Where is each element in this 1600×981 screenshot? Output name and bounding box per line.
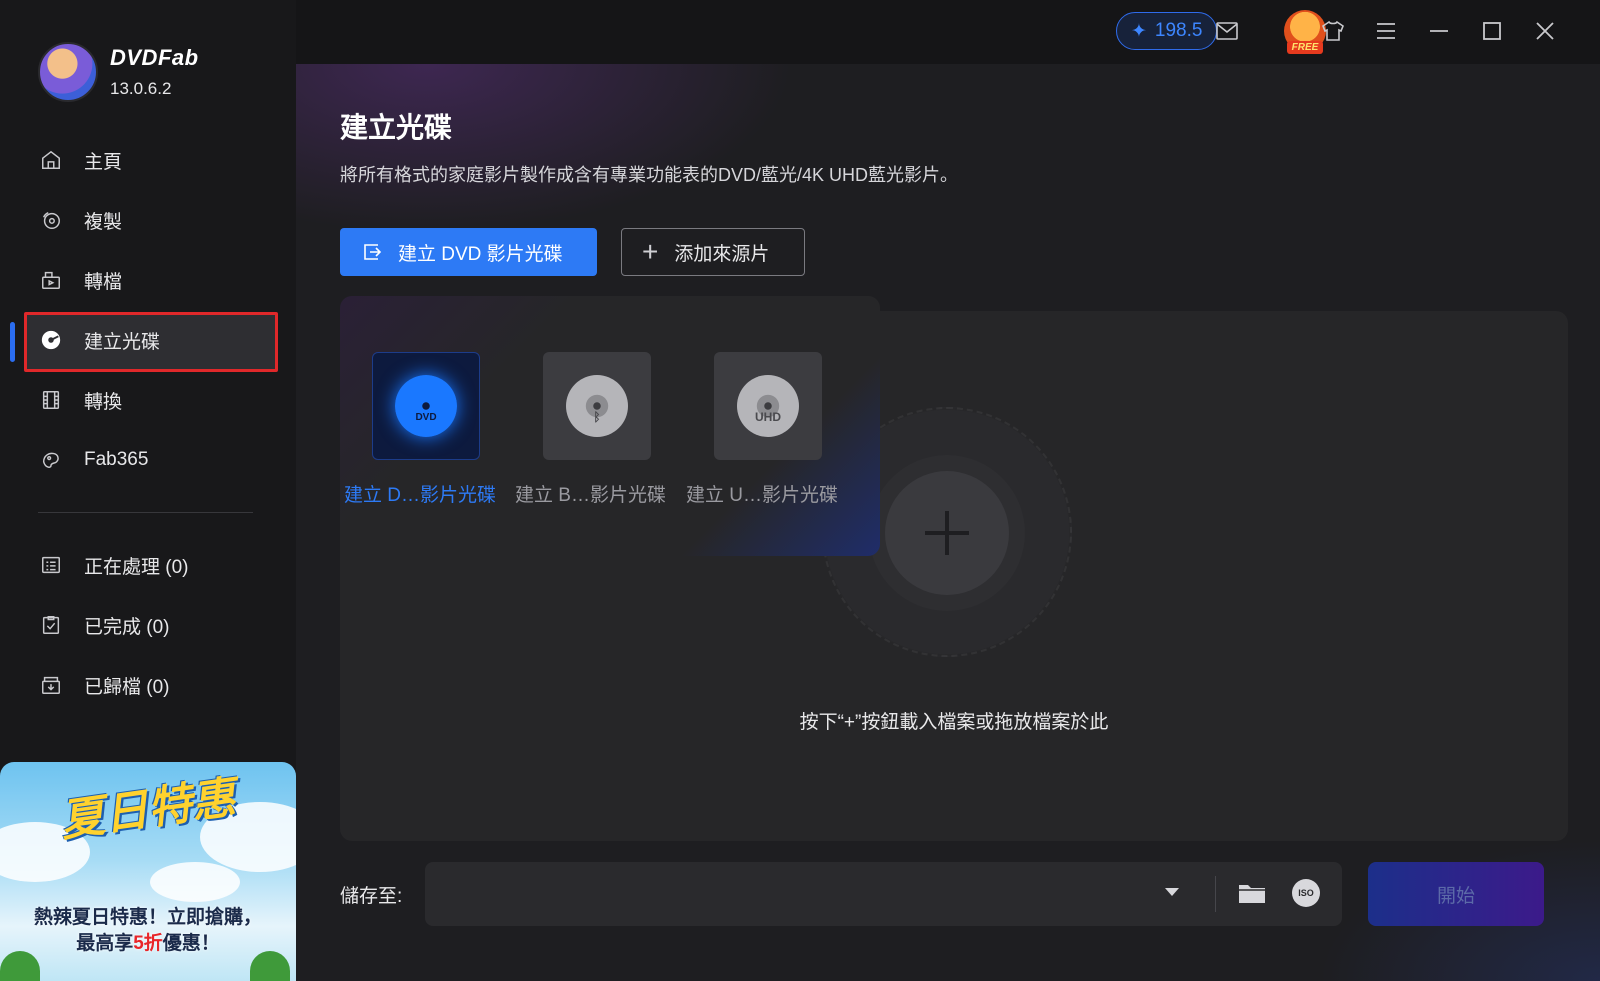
app-name: DVDFab <box>110 45 199 70</box>
minimize-icon[interactable] <box>1424 16 1454 46</box>
main-nav: 主頁 複製 轉檔 建立光碟 轉換 Fab365 <box>0 130 296 490</box>
save-to-label: 儲存至: <box>340 886 403 907</box>
sidebar-item-converter[interactable]: 轉換 <box>0 370 296 430</box>
brand: DVDFab 13.0.6.2 <box>38 42 199 102</box>
app-logo <box>38 42 98 102</box>
add-source-button-label: 添加來源片 <box>674 243 770 265</box>
archive-box-icon <box>42 676 60 694</box>
dvd-disc-icon: DVD <box>395 375 457 437</box>
skin-shirt-icon[interactable] <box>1318 16 1348 46</box>
credits-badge[interactable]: ✦ 198.5 <box>1116 12 1218 50</box>
close-icon[interactable] <box>1530 16 1560 46</box>
disc-badge: DVD <box>415 411 437 423</box>
disc-badge: UHD <box>755 410 781 424</box>
iso-icon[interactable]: ISO <box>1292 879 1320 907</box>
page-description: 將所有格式的家庭影片製作成含有專業功能表的DVD/藍光/4K UHD藍光影片。 <box>340 165 959 185</box>
sidebar-item-archived[interactable]: 已歸檔 (0) <box>0 655 296 715</box>
sidebar-item-ripper[interactable]: 轉檔 <box>0 250 296 310</box>
create-dvd-button[interactable]: 建立 DVD 影片光碟 <box>340 228 597 276</box>
bluray-disc-icon: ᛒ <box>566 375 628 437</box>
fab365-icon <box>42 452 59 468</box>
disc-option-label[interactable]: 建立 U…影片光碟 <box>686 480 838 507</box>
home-icon <box>42 150 60 169</box>
app-version: 13.0.6.2 <box>110 79 172 98</box>
sidebar-item-home[interactable]: 主頁 <box>0 130 296 190</box>
sidebar-item-completed[interactable]: 已完成 (0) <box>0 595 296 655</box>
save-to-dropdown[interactable]: ISO <box>425 862 1342 926</box>
start-button[interactable]: 開始 <box>1368 862 1544 926</box>
disc-option-label[interactable]: 建立 B…影片光碟 <box>515 480 666 507</box>
sidebar-item-label: 轉換 <box>84 391 123 413</box>
add-file-plus-button[interactable] <box>885 471 1009 595</box>
mail-icon[interactable] <box>1212 16 1242 46</box>
credits-value: 198.5 <box>1154 20 1203 41</box>
folder-icon[interactable] <box>1238 882 1266 904</box>
ripper-icon <box>42 271 60 289</box>
copy-disc-icon <box>42 211 60 229</box>
title-bar: ✦ 198.5 FREE <box>296 0 1600 64</box>
menu-icon[interactable] <box>1371 16 1401 46</box>
sidebar-item-label: 已完成 (0) <box>84 616 170 638</box>
processing-list-icon <box>42 556 60 574</box>
disc-badge: ᛒ <box>593 410 601 424</box>
app-window: DVDFab 13.0.6.2 主頁 複製 轉檔 建立光碟 轉換 Fab365 … <box>0 0 1600 981</box>
sidebar-item-label: 正在處理 (0) <box>84 556 189 578</box>
create-dvd-button-label: 建立 DVD 影片光碟 <box>398 243 563 265</box>
plus-icon: + <box>642 236 659 267</box>
promo-banner[interactable]: 夏日特惠 熱辣夏日特惠！立即搶購， 最高享5折優惠！ <box>0 762 296 981</box>
drop-hint: 按下“+”按鈕載入檔案或拖放檔案於此 <box>799 712 1109 733</box>
promo-text: 熱辣夏日特惠！立即搶購， <box>33 907 262 928</box>
chevron-down-icon[interactable] <box>1165 888 1179 896</box>
sidebar-item-label: 轉檔 <box>84 271 123 293</box>
promo-discount: 5折 <box>133 933 163 954</box>
sidebar-item-fab365[interactable]: Fab365 <box>0 430 296 490</box>
disc-option-dvd[interactable]: DVD <box>372 352 480 460</box>
sparkle-icon: ✦ <box>1131 20 1147 42</box>
palm-decoration <box>0 951 40 981</box>
sidebar-item-label: Fab365 <box>84 449 149 470</box>
sidebar-divider <box>38 512 253 513</box>
sidebar-item-label: 複製 <box>84 211 123 233</box>
disc-option-label[interactable]: 建立 D…影片光碟 <box>344 480 496 507</box>
promo-text-post: 優惠！ <box>162 933 220 954</box>
add-source-button[interactable]: + 添加來源片 <box>621 228 805 276</box>
uhd-disc-icon: UHD <box>737 375 799 437</box>
completed-clipboard-icon <box>42 616 60 634</box>
maximize-icon[interactable] <box>1477 16 1507 46</box>
active-indicator <box>10 322 15 362</box>
disc-type-selector: DVD ᛒ UHD 建立 D…影片光碟 建立 B…影片光碟 建立 U…影片光碟 <box>340 296 880 556</box>
sidebar-item-processing[interactable]: 正在處理 (0) <box>0 535 296 595</box>
palm-decoration <box>250 951 290 981</box>
cloud-decoration <box>150 862 240 902</box>
plus-icon <box>925 511 969 555</box>
task-queue-nav: 正在處理 (0) 已完成 (0) 已歸檔 (0) <box>0 535 296 715</box>
sidebar-item-label: 已歸檔 (0) <box>84 676 170 698</box>
sidebar: DVDFab 13.0.6.2 主頁 複製 轉檔 建立光碟 轉換 Fab365 … <box>0 0 296 981</box>
save-field-separator <box>1215 876 1216 912</box>
page-title: 建立光碟 <box>340 112 453 143</box>
sidebar-item-label: 建立光碟 <box>84 331 161 353</box>
main-content: 建立光碟 將所有格式的家庭影片製作成含有專業功能表的DVD/藍光/4K UHD藍… <box>296 64 1600 981</box>
import-icon <box>364 244 382 260</box>
sidebar-item-label: 主頁 <box>84 151 123 173</box>
film-icon <box>42 391 60 409</box>
promo-discount-text: 最高享5折優惠！ <box>0 928 296 955</box>
promo-text-pre: 最高享 <box>76 933 134 954</box>
sidebar-item-copy[interactable]: 複製 <box>0 190 296 250</box>
sidebar-item-creator[interactable]: 建立光碟 <box>0 310 296 372</box>
disc-option-uhd[interactable]: UHD <box>714 352 822 460</box>
disc-option-bluray[interactable]: ᛒ <box>543 352 651 460</box>
creator-disc-icon <box>41 330 61 350</box>
